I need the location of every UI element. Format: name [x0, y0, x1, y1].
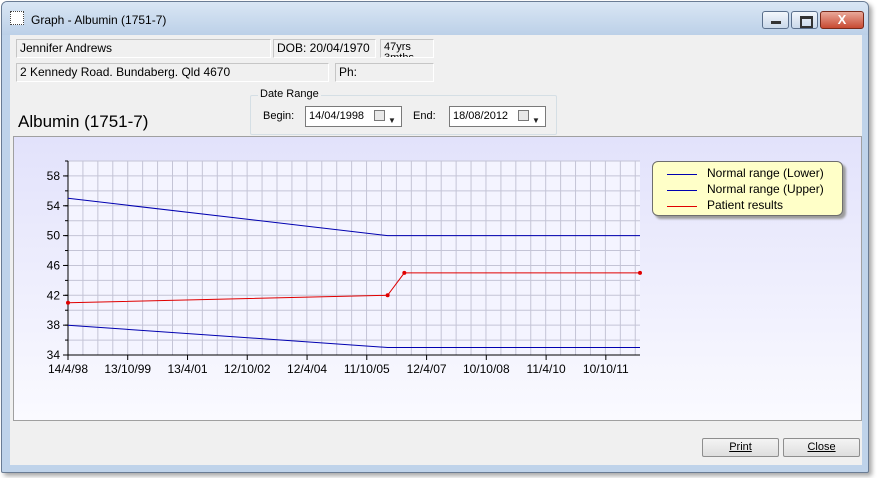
x-tick-label: 13/4/01	[168, 362, 208, 376]
patient-name-field: Jennifer Andrews	[16, 39, 271, 58]
title-bar[interactable]: Graph - Albumin (1751-7) X	[2, 2, 868, 35]
print-button[interactable]: Print	[702, 438, 779, 457]
age-partial-text: 3mths	[384, 52, 414, 58]
dob-field: DOB: 20/04/1970	[273, 39, 376, 58]
y-tick-label: 42	[47, 288, 61, 302]
y-tick-label: 58	[47, 169, 61, 183]
data-point	[385, 293, 390, 298]
legend-swatch	[667, 206, 697, 207]
page-title: Albumin (1751-7)	[18, 112, 149, 131]
legend-swatch	[667, 190, 697, 191]
minimize-icon	[771, 21, 781, 24]
x-tick-label: 11/10/05	[344, 362, 390, 376]
maximize-icon	[800, 16, 813, 28]
chevron-down-icon: ▼	[388, 116, 396, 125]
legend-label: Normal range (Upper)	[707, 182, 824, 196]
phone-field: Ph:	[335, 63, 434, 82]
window-title: Graph - Albumin (1751-7)	[31, 13, 167, 27]
begin-label: Begin:	[263, 110, 295, 122]
plot-area	[68, 161, 640, 355]
x-tick-label: 13/10/99	[104, 362, 151, 376]
date-range-legend: Date Range	[258, 88, 321, 100]
chart-panel: 34 38 42 46 50 54 58 14/4/98 13/10/99 13/4/01 12/1…	[13, 136, 862, 421]
window-client: Jennifer Andrews DOB: 20/04/1970 47yrs 3m…	[10, 35, 862, 465]
calendar-icon	[374, 110, 385, 121]
y-tick-label: 34	[47, 348, 61, 362]
chart-legend: Normal range (Lower) Normal range (Upper)…	[652, 161, 843, 216]
x-tick-label: 10/10/11	[583, 362, 629, 376]
maximize-button[interactable]	[791, 11, 818, 29]
legend-label: Normal range (Lower)	[707, 166, 824, 180]
begin-date-value: 14/04/1998	[309, 110, 365, 122]
y-tick-label: 38	[47, 318, 61, 332]
x-tick-label: 12/4/04	[287, 362, 327, 376]
close-button[interactable]: Close	[783, 438, 860, 457]
address-field: 2 Kennedy Road. Bundaberg. Qld 4670	[16, 63, 329, 82]
app-icon	[10, 11, 24, 25]
x-tick-label: 12/10/02	[224, 362, 271, 376]
x-tick-label: 11/4/10	[527, 362, 566, 376]
legend-item: Normal range (Upper)	[653, 182, 843, 198]
begin-date-picker[interactable]: 14/04/1998 ▼	[305, 106, 402, 127]
minimize-button[interactable]	[762, 11, 789, 29]
end-date-value: 18/08/2012	[453, 110, 509, 122]
legend-item: Patient results	[653, 198, 843, 214]
age-field: 47yrs 3mths	[380, 39, 434, 58]
legend-label: Patient results	[707, 198, 784, 212]
y-tick-label: 46	[47, 258, 61, 272]
close-icon: X	[837, 12, 847, 27]
legend-item: Normal range (Lower)	[653, 166, 843, 182]
x-tick-label: 12/4/07	[407, 362, 447, 376]
chevron-down-icon: ▼	[532, 116, 540, 125]
end-date-picker[interactable]: 18/08/2012 ▼	[449, 106, 546, 127]
close-window-button[interactable]: X	[820, 11, 864, 29]
data-point	[638, 270, 642, 275]
y-tick-label: 54	[47, 199, 61, 213]
data-point	[66, 300, 70, 305]
legend-swatch	[667, 174, 697, 175]
end-label: End:	[413, 110, 436, 122]
y-tick-label: 50	[47, 229, 61, 243]
calendar-icon	[518, 110, 529, 121]
data-point	[402, 270, 407, 275]
x-tick-label: 10/10/08	[463, 362, 510, 376]
graph-window: Graph - Albumin (1751-7) X Jennifer Andr…	[1, 1, 869, 473]
x-tick-label: 14/4/98	[48, 362, 88, 376]
